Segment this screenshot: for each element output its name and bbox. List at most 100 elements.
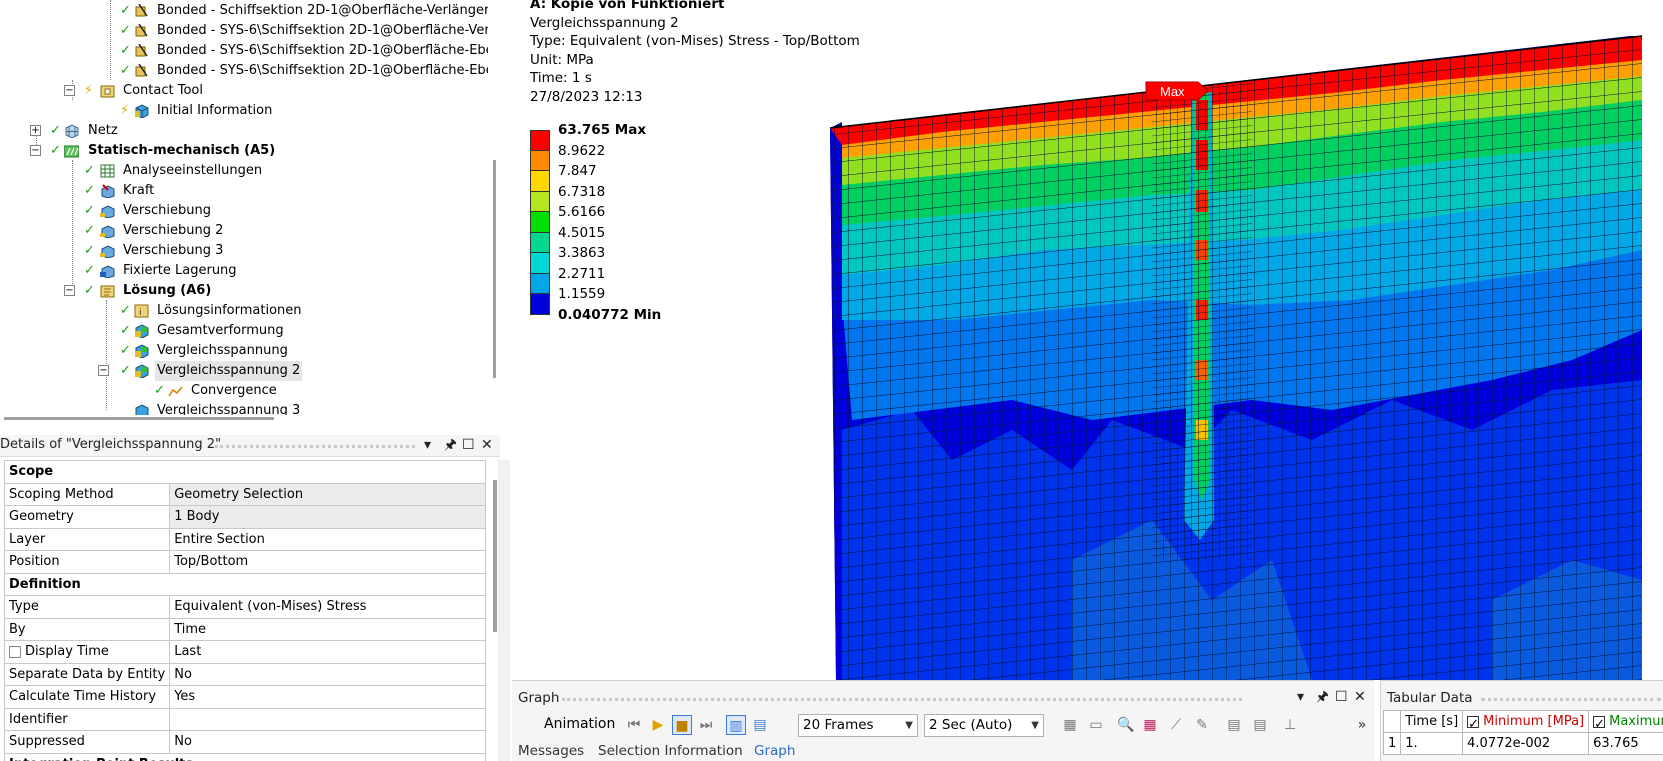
check-icon: ✓ <box>84 283 95 298</box>
dropdown-arrow-icon[interactable]: ▾ <box>1297 689 1304 705</box>
table-view-icon[interactable]: ▤ <box>1224 715 1244 735</box>
collapse-toggle-icon[interactable]: − <box>30 145 41 156</box>
property-value[interactable]: Entire Section <box>169 527 486 551</box>
overflow-chevron-icon[interactable]: » <box>1352 715 1372 735</box>
table-row[interactable]: 1 1. 4.0772e-002 63.765 <box>1382 732 1663 755</box>
pencil-icon[interactable]: ✎ <box>1192 715 1212 735</box>
property-value[interactable]: Last <box>169 640 486 664</box>
color-bar-icon[interactable]: ▦ <box>1140 715 1160 735</box>
collapse-toggle-icon[interactable]: − <box>64 285 75 296</box>
tree-item-bonded-4[interactable]: ✓ Bonded - SYS-6\Schiffsektion 2D-1@Ober… <box>0 61 488 81</box>
details-row[interactable]: Identifier <box>3 707 486 731</box>
tree-item-bonded-1[interactable]: ✓ Bonded - Schiffsektion 2D-1@Oberfläche… <box>0 1 488 21</box>
tree-item-initial-information[interactable]: ⚡ Initial Information <box>0 101 488 121</box>
collapse-toggle-icon[interactable]: − <box>64 85 75 96</box>
details-scrollbar[interactable] <box>493 480 497 632</box>
export-video-icon[interactable]: ▦ <box>1060 715 1080 735</box>
expand-toggle-icon[interactable]: + <box>30 125 41 136</box>
details-row[interactable]: Type Equivalent (von-Mises) Stress <box>3 595 486 619</box>
result-sets-icon[interactable]: ▤ <box>750 715 770 735</box>
max-probe-tag[interactable]: Max <box>1145 81 1209 101</box>
distributed-frames-icon[interactable]: ▥ <box>726 715 746 735</box>
details-row[interactable]: Suppressed No <box>3 730 486 754</box>
table-export-icon[interactable]: ▤ <box>1250 715 1270 735</box>
tree-item-kraft[interactable]: ✓ Kraft <box>0 181 488 201</box>
details-row[interactable]: By Time <box>3 617 486 641</box>
col-header-maximum[interactable]: ✓Maximum [MPa] <box>1588 710 1663 733</box>
drag-grip[interactable] <box>215 445 415 448</box>
frame-capture-icon[interactable]: ▭ <box>1086 715 1106 735</box>
details-row[interactable]: Display Time Last <box>3 640 486 664</box>
tab-messages[interactable]: Messages <box>518 743 584 759</box>
tree-item-bonded-3[interactable]: ✓ Bonded - SYS-6\Schiffsektion 2D-1@Ober… <box>0 41 488 61</box>
property-value[interactable]: Equivalent (von-Mises) Stress <box>169 595 486 619</box>
property-value[interactable]: Yes <box>169 685 486 709</box>
close-icon[interactable]: ✕ <box>1354 689 1366 705</box>
display-time-checkbox[interactable] <box>9 645 21 658</box>
tree-item-contact-tool[interactable]: − ⚡ Contact Tool <box>0 81 488 101</box>
tab-graph[interactable]: Graph <box>754 743 795 759</box>
tree-item-bonded-2[interactable]: ✓ Bonded - SYS-6\Schiffsektion 2D-1@Ober… <box>0 21 488 41</box>
pin-icon[interactable]: 🖈 <box>1316 689 1329 705</box>
chart-icon[interactable]: ⊥ <box>1280 715 1300 735</box>
drag-grip[interactable] <box>1481 698 1661 701</box>
details-section-integration[interactable]: Integration Point Results <box>4 752 486 761</box>
tree-item-vergleichsspannung-2[interactable]: − ✓ Vergleichsspannung 2 <box>0 361 488 381</box>
drag-grip[interactable] <box>562 698 1242 701</box>
tree-item-loesungsinformationen[interactable]: ✓ i Lösungsinformationen <box>0 301 488 321</box>
tree-item-verschiebung[interactable]: ✓ Verschiebung <box>0 201 488 221</box>
previous-frame-icon[interactable]: ⏮ <box>624 715 644 735</box>
close-icon[interactable]: ✕ <box>481 437 493 453</box>
property-value[interactable]: No <box>169 662 486 686</box>
frames-combo[interactable]: 20 Frames ▼ <box>798 714 918 737</box>
stop-icon[interactable]: ■ <box>672 715 692 735</box>
tree-item-verschiebung-3[interactable]: ✓ Verschiebung 3 <box>0 241 488 261</box>
cell-minimum[interactable]: 4.0772e-002 <box>1462 732 1590 755</box>
minimum-checkbox-icon[interactable]: ✓ <box>1467 715 1480 732</box>
cell-time[interactable]: 1. <box>1400 732 1464 755</box>
tree-item-statisch-mechanisch[interactable]: − ✓ Statisch-mechanisch (A5) <box>0 141 488 161</box>
property-value[interactable]: Top/Bottom <box>169 550 486 574</box>
details-row[interactable]: Scoping Method Geometry Selection <box>3 482 486 506</box>
property-value[interactable] <box>169 707 486 731</box>
zoom-icon[interactable]: 🔍 <box>1116 715 1136 735</box>
property-value[interactable]: Geometry Selection <box>169 482 486 506</box>
details-row[interactable]: Geometry 1 Body <box>3 505 486 529</box>
maximum-checkbox-icon[interactable]: ✓ <box>1593 715 1606 732</box>
tab-selection-information[interactable]: Selection Information <box>598 743 743 759</box>
tree-item-vergleichsspannung-3[interactable]: Vergleichsspannung 3 <box>0 401 488 415</box>
property-value[interactable]: 1 Body <box>169 505 486 529</box>
dropdown-arrow-icon[interactable]: ▾ <box>424 437 431 453</box>
tree-item-gesamtverformung[interactable]: ✓ Gesamtverformung <box>0 321 488 341</box>
pin-icon[interactable]: 🖈 <box>444 437 457 453</box>
tree-item-vergleichsspannung[interactable]: ✓ Vergleichsspannung <box>0 341 488 361</box>
next-frame-icon[interactable]: ⏭ <box>696 715 716 735</box>
tree-item-fixierte-lagerung[interactable]: ✓ Fixierte Lagerung <box>0 261 488 281</box>
tree-item-analyseeinstellungen[interactable]: ✓ Analyseeinstellungen <box>0 161 488 181</box>
tree-vertical-scrollbar[interactable] <box>493 160 496 378</box>
details-row[interactable]: Separate Data by Entity No <box>3 662 486 686</box>
pane-splitter[interactable] <box>498 460 510 761</box>
tree-horizontal-scrollbar[interactable] <box>4 417 274 420</box>
duration-combo[interactable]: 2 Sec (Auto) ▼ <box>924 714 1044 737</box>
tree-item-netz[interactable]: + ✓ Netz <box>0 121 488 141</box>
property-value[interactable]: No <box>169 730 486 754</box>
tree-item-verschiebung-2[interactable]: ✓ Verschiebung 2 <box>0 221 488 241</box>
property-value[interactable]: Time <box>169 617 486 641</box>
details-section-scope[interactable]: Scope <box>4 460 486 484</box>
tree-item-loesung[interactable]: − ✓ Lösung (A6) <box>0 281 488 301</box>
details-row[interactable]: Position Top/Bottom <box>3 550 486 574</box>
cell-maximum[interactable]: 63.765 <box>1588 732 1663 755</box>
tree-item-convergence[interactable]: ✓ Convergence <box>0 381 488 401</box>
collapse-toggle-icon[interactable]: − <box>98 365 109 376</box>
play-icon[interactable]: ▶ <box>648 715 668 735</box>
col-header-time[interactable]: Time [s] <box>1400 710 1464 733</box>
probe-icon[interactable]: ⟋ <box>1166 715 1186 735</box>
maximize-icon[interactable]: ☐ <box>462 437 475 453</box>
col-header-minimum[interactable]: ✓ Minimum [MPa] <box>1462 710 1590 733</box>
graphics-viewport[interactable]: Max A: Kopie von Funktioniert Vergleichs… <box>512 0 1663 680</box>
details-section-definition[interactable]: Definition <box>4 572 486 596</box>
details-row[interactable]: Layer Entire Section <box>3 527 486 551</box>
maximize-icon[interactable]: ☐ <box>1335 689 1348 705</box>
details-row[interactable]: Calculate Time History Yes <box>3 685 486 709</box>
